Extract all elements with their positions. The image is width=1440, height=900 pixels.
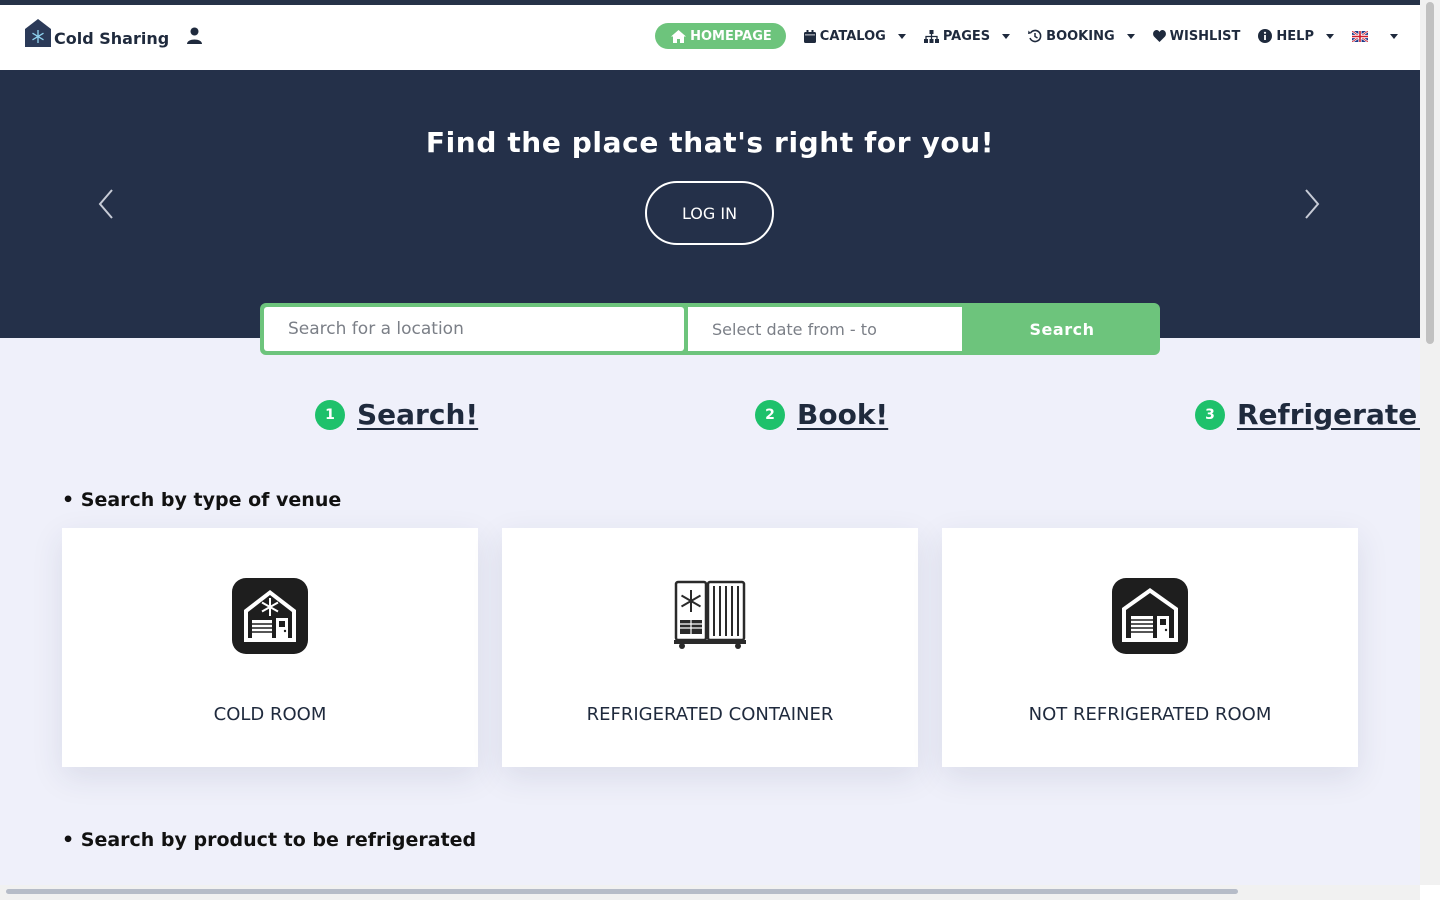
- venue-card-label: COLD ROOM: [213, 704, 327, 725]
- refrigerated-container-icon: [674, 580, 746, 649]
- nav-wishlist-label: WISHLIST: [1169, 28, 1241, 44]
- venue-card-label: REFRIGERATED CONTAINER: [586, 704, 834, 725]
- step-number-badge: 3: [1195, 399, 1225, 430]
- nav-homepage[interactable]: HOMEPAGE: [655, 23, 786, 49]
- nav-help[interactable]: HELP: [1258, 23, 1334, 49]
- not-refrigerated-room-icon: [1112, 578, 1188, 654]
- horizontal-scrollbar-thumb[interactable]: [6, 889, 1238, 894]
- venue-card-cold-room[interactable]: COLD ROOM: [62, 528, 478, 767]
- nav-wishlist[interactable]: WISHLIST: [1152, 23, 1241, 49]
- scrollbar-corner: [1420, 885, 1440, 900]
- vertical-scrollbar[interactable]: [1420, 0, 1440, 885]
- heart-icon: [1152, 30, 1166, 42]
- uk-flag-icon: [1352, 30, 1368, 42]
- user-icon[interactable]: [186, 27, 203, 44]
- brand-logo-link[interactable]: Cold Sharing: [24, 18, 169, 48]
- history-icon: [1028, 29, 1042, 43]
- location-search-input[interactable]: [264, 307, 684, 351]
- chevron-down-icon: [897, 33, 906, 39]
- carousel-next-arrow-icon[interactable]: [1302, 188, 1322, 220]
- step-book: 2 Book!: [755, 398, 888, 431]
- venue-card-not-refrigerated-room[interactable]: NOT REFRIGERATED ROOM: [942, 528, 1358, 767]
- venue-card-refrigerated-container[interactable]: REFRIGERATED CONTAINER: [502, 528, 918, 767]
- nav-booking-label: BOOKING: [1046, 28, 1115, 44]
- chevron-down-icon: [1126, 33, 1135, 39]
- navbar: Cold Sharing HOMEPAGE CATALOG PAGES BOOK…: [0, 5, 1420, 70]
- step-book-link[interactable]: Book!: [797, 398, 888, 431]
- chevron-down-icon: [1390, 33, 1398, 39]
- nav-booking[interactable]: BOOKING: [1028, 23, 1135, 49]
- main-menu: HOMEPAGE CATALOG PAGES BOOKING WISHLIST …: [655, 23, 1398, 49]
- brand-name: Cold Sharing: [54, 29, 170, 48]
- sitemap-icon: [923, 29, 939, 43]
- nav-pages[interactable]: PAGES: [923, 23, 1011, 49]
- venue-section-title: • Search by type of venue: [62, 489, 342, 511]
- nav-pages-label: PAGES: [942, 28, 991, 44]
- language-selector[interactable]: [1352, 23, 1398, 49]
- product-section-title: • Search by product to be refrigerated: [62, 829, 477, 851]
- login-button[interactable]: LOG IN: [645, 181, 774, 245]
- step-refrigerate-link[interactable]: Refrigerate!: [1237, 398, 1430, 431]
- nav-catalog-label: CATALOG: [819, 28, 886, 44]
- info-circle-icon: [1258, 29, 1273, 43]
- step-search-link[interactable]: Search!: [357, 398, 478, 431]
- chevron-down-icon: [1002, 33, 1011, 39]
- calendar-icon: [803, 29, 816, 43]
- step-search: 1 Search!: [315, 398, 478, 431]
- cold-room-icon: [232, 578, 308, 654]
- search-button[interactable]: Search: [964, 303, 1160, 355]
- nav-help-label: HELP: [1276, 28, 1314, 44]
- chevron-down-icon: [1326, 33, 1334, 39]
- carousel-prev-arrow-icon[interactable]: [96, 188, 116, 220]
- step-number-badge: 1: [315, 399, 345, 430]
- date-range-input[interactable]: [688, 307, 962, 351]
- search-bar: Search: [260, 303, 1160, 355]
- snowflake-house-icon: [25, 19, 51, 47]
- hero-carousel: Find the place that's right for you! LOG…: [0, 70, 1420, 338]
- step-number-badge: 2: [755, 399, 785, 430]
- nav-homepage-label: HOMEPAGE: [690, 28, 772, 44]
- step-refrigerate: 3 Refrigerate!: [1195, 398, 1430, 431]
- venue-card-label: NOT REFRIGERATED ROOM: [1028, 704, 1272, 725]
- nav-catalog[interactable]: CATALOG: [803, 23, 906, 49]
- hero-title: Find the place that's right for you!: [425, 126, 995, 159]
- home-icon: [671, 29, 687, 43]
- vertical-scrollbar-thumb[interactable]: [1426, 2, 1434, 344]
- horizontal-scrollbar[interactable]: [0, 885, 1420, 900]
